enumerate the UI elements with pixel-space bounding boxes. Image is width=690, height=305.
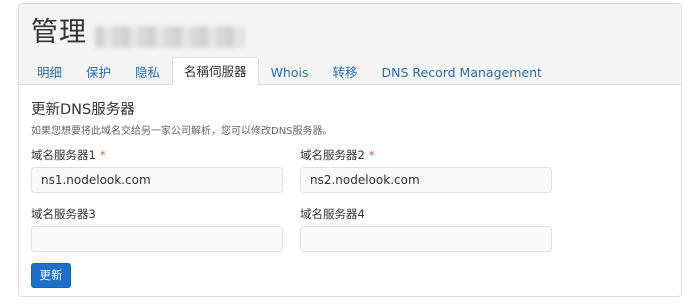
tab-privacy[interactable]: 隐私: [123, 58, 172, 85]
nameserver-3-label-text: 域名服务器3: [31, 207, 96, 221]
tab-whois[interactable]: Whois: [259, 58, 321, 85]
section-description: 如果您想要将此域名交给另一家公司解析，您可以修改DNS服务器。: [31, 126, 333, 137]
nameserver-4-input[interactable]: [300, 226, 552, 252]
page-title: 管理: [31, 17, 87, 48]
nameserver-3-input[interactable]: [31, 226, 283, 252]
required-marker: *: [99, 148, 106, 162]
nameserver-1-input[interactable]: [31, 167, 283, 193]
nameserver-4-label-text: 域名服务器4: [300, 207, 365, 221]
required-marker: *: [368, 148, 375, 162]
redacted-domain-name: [95, 26, 245, 48]
tab-nameservers[interactable]: 名稱伺服器: [172, 57, 259, 85]
nameserver-1-label: 域名服务器1 *: [31, 147, 106, 163]
tab-dns-record-management[interactable]: DNS Record Management: [370, 58, 554, 85]
domain-management-panel: 管理 明细 保护 隐私 名稱伺服器 Whois 转移 DNS Record Ma…: [18, 3, 682, 297]
update-button[interactable]: 更新: [31, 263, 71, 288]
tab-transfer[interactable]: 转移: [320, 58, 369, 85]
nameserver-1-label-text: 域名服务器1: [31, 148, 96, 162]
tab-details[interactable]: 明细: [25, 58, 74, 85]
tab-bar: 明细 保护 隐私 名稱伺服器 Whois 转移 DNS Record Manag…: [25, 57, 681, 85]
nameserver-2-label: 域名服务器2 *: [300, 147, 375, 163]
section-title: 更新DNS服务器: [31, 102, 135, 118]
nameserver-3-label: 域名服务器3: [31, 206, 96, 222]
tab-protection[interactable]: 保护: [74, 58, 123, 85]
panel-header: 管理 明细 保护 隐私 名稱伺服器 Whois 转移 DNS Record Ma…: [19, 4, 681, 85]
nameserver-2-input[interactable]: [300, 167, 552, 193]
nameserver-4-label: 域名服务器4: [300, 206, 365, 222]
nameserver-2-label-text: 域名服务器2: [300, 148, 365, 162]
